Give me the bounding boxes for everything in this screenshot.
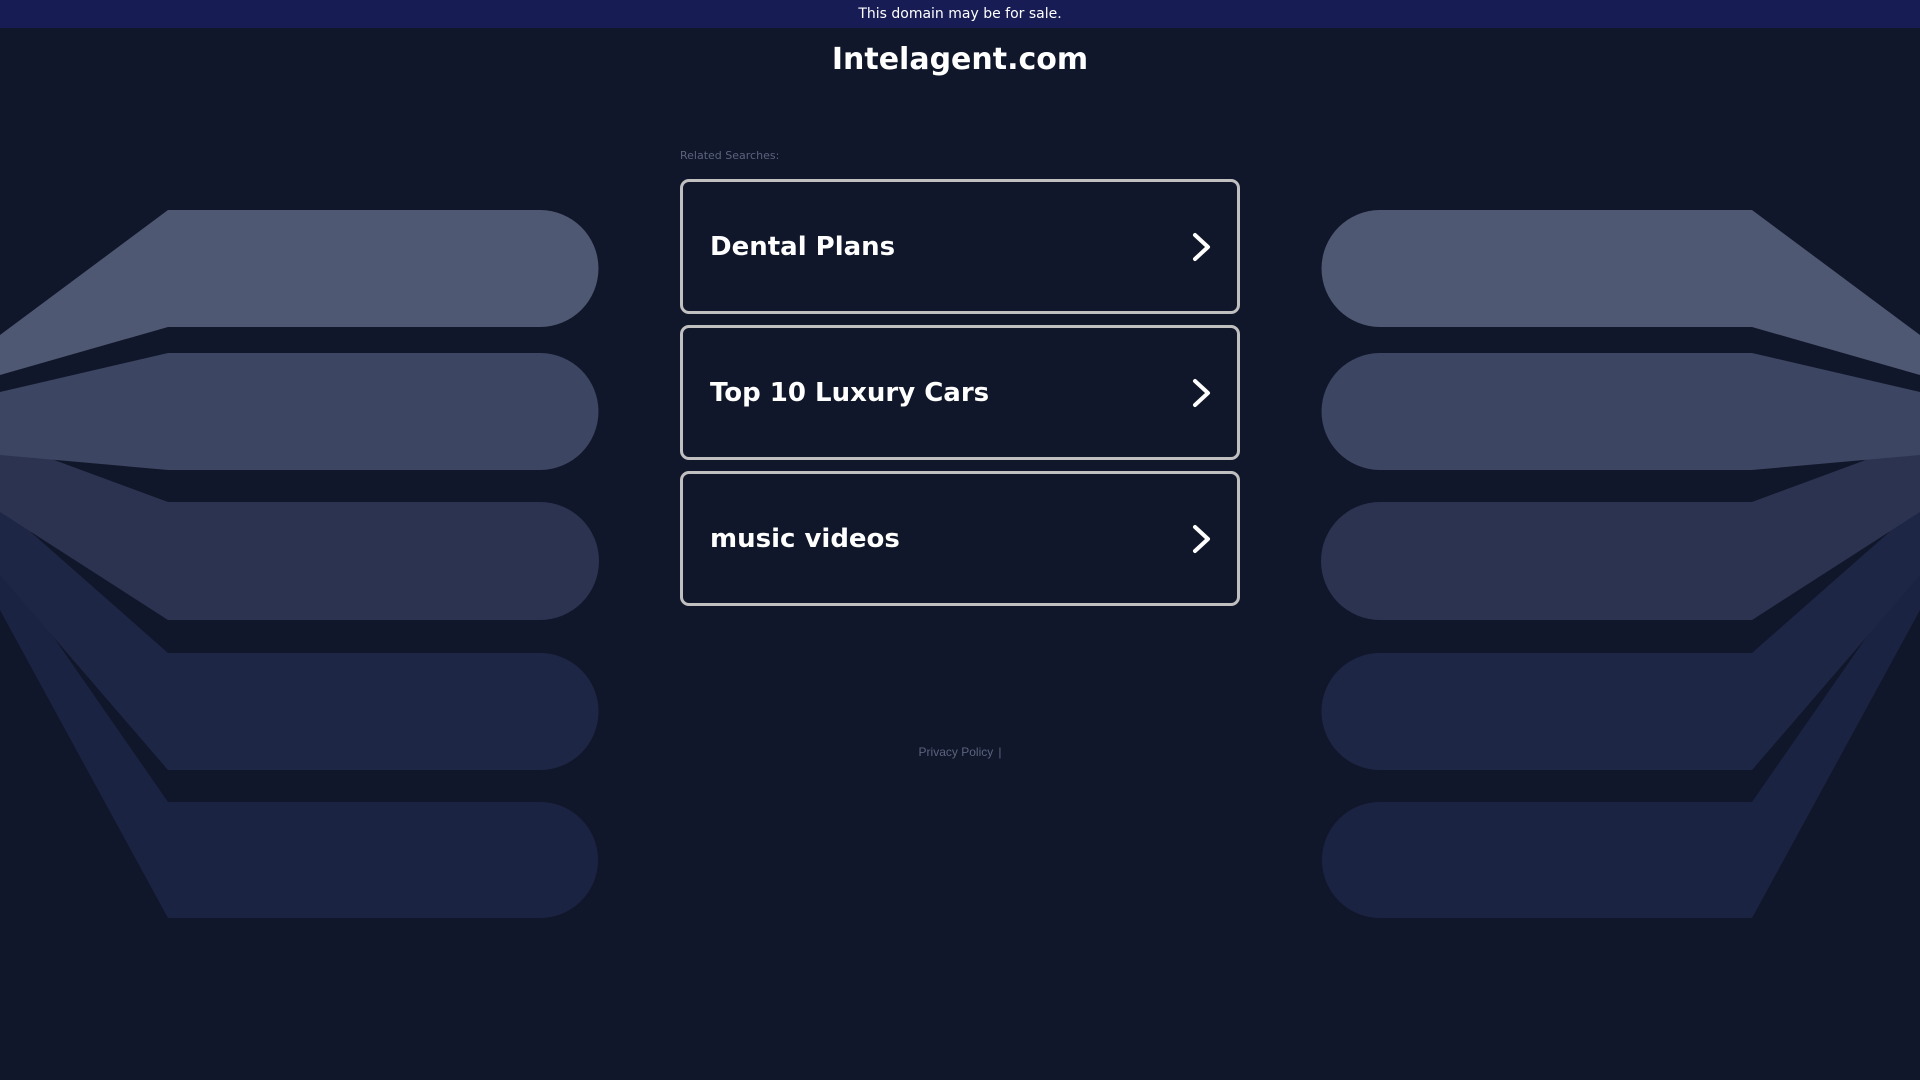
chevron-right-icon xyxy=(1193,378,1210,407)
right-decoration-bands xyxy=(1321,210,1920,918)
chevron-right-icon xyxy=(1193,232,1210,261)
related-search-label: music videos xyxy=(710,523,900,554)
related-searches-list: Dental Plans Top 10 Luxury Cars music vi… xyxy=(680,179,1240,617)
related-search-dental-plans[interactable]: Dental Plans xyxy=(680,179,1240,314)
left-decoration-bands xyxy=(0,210,599,918)
footer-separator: | xyxy=(998,745,1002,759)
privacy-policy-link[interactable]: Privacy Policy xyxy=(919,745,994,759)
related-search-music-videos[interactable]: music videos xyxy=(680,471,1240,606)
related-search-top-10-luxury-cars[interactable]: Top 10 Luxury Cars xyxy=(680,325,1240,460)
related-search-label: Top 10 Luxury Cars xyxy=(710,377,990,408)
domain-title: Intelagent.com xyxy=(831,42,1089,77)
related-search-label: Dental Plans xyxy=(710,231,896,262)
for-sale-text[interactable]: This domain may be for sale. xyxy=(858,6,1061,22)
for-sale-banner[interactable]: This domain may be for sale. xyxy=(0,0,1920,28)
related-searches-label: Related Searches: xyxy=(680,149,780,162)
chevron-right-icon xyxy=(1193,524,1210,553)
footer: Privacy Policy | xyxy=(0,741,1920,760)
